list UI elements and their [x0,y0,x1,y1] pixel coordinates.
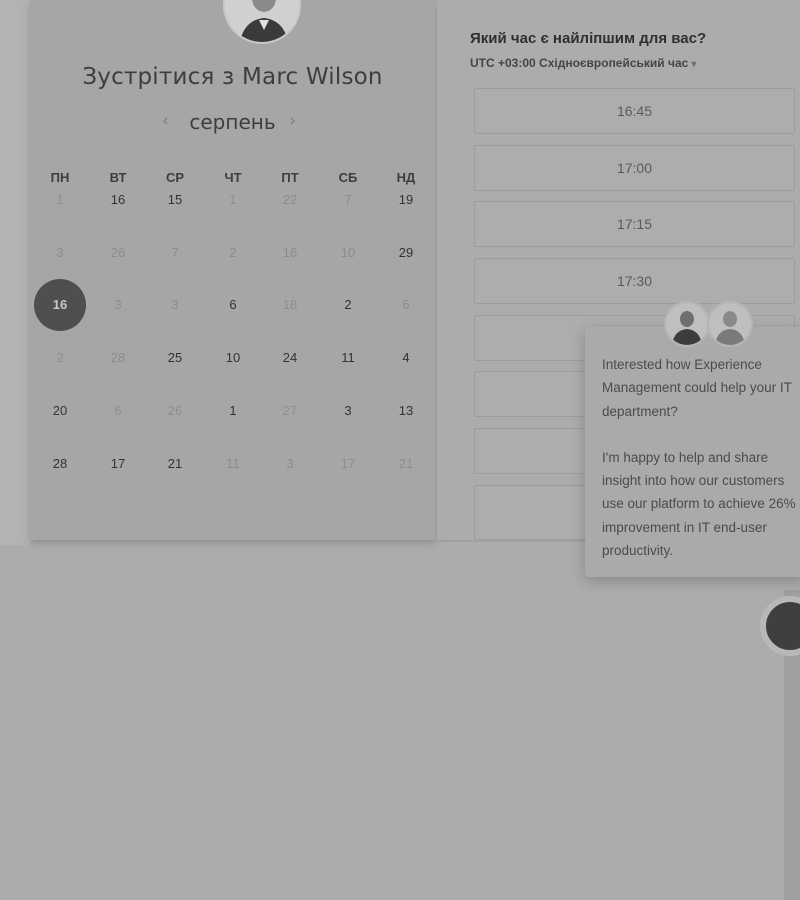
day-cell: 27 [282,403,298,418]
day-cell[interactable]: 6 [213,297,253,312]
day-cell[interactable]: 21 [155,456,195,471]
day-cell: 3 [171,297,179,312]
day-cell: 26 [110,245,126,260]
day-cell: 26 [167,403,183,418]
chat-paragraph: Interested how Experience Management cou… [602,357,792,419]
chevron-left-icon[interactable]: ‹ [163,112,168,130]
weekday-label: ПН [50,170,70,185]
day-cell: 6 [402,297,410,312]
time-question: Який час є найліпшим для вас? [470,30,707,47]
day-cell[interactable]: 4 [386,350,426,365]
day-cell: 2 [229,245,237,260]
time-slot-button[interactable]: 17:00 [474,145,795,191]
day-cell: 1 [229,192,237,207]
time-slot-button[interactable]: 17:15 [474,201,795,247]
weekday-label: НД [396,170,416,185]
agent-avatar-icon [707,301,753,347]
day-cell: 3 [114,297,122,312]
chat-popup[interactable]: Interested how Experience Management cou… [585,327,800,577]
day-cell: 22 [282,192,298,207]
calendar-panel: Зустрітися з Marc Wilson ‹ серпень › ПН В… [30,0,435,540]
chevron-right-icon[interactable]: › [290,112,295,130]
timezone-label: UTC +03:00 Східноєвропейський час [470,56,689,70]
day-cell: 7 [171,245,179,260]
time-slot-button[interactable]: 17:30 [474,258,795,304]
day-cell[interactable]: 11 [328,350,368,365]
caret-down-icon: ▾ [691,59,697,70]
month-navigation: ‹ серпень › [0,110,465,140]
person-photo-icon [225,0,299,42]
day-cell: 18 [282,297,298,312]
agent-avatar-icon [664,301,710,347]
weekday-label: ЧТ [224,170,242,185]
day-cell: 16 [282,245,298,260]
chat-paragraph: I'm happy to help and share insight into… [602,449,796,559]
day-cell[interactable]: 19 [386,192,426,207]
day-cell[interactable]: 3 [328,403,368,418]
day-cell: 11 [226,456,240,471]
day-cell[interactable]: 28 [40,456,80,471]
day-cell[interactable]: 2 [328,297,368,312]
day-cell: 1 [56,192,64,207]
weekday-label: ПТ [281,170,299,185]
day-cell[interactable]: 24 [270,350,310,365]
day-cell[interactable]: 1 [213,403,253,418]
day-cell: 3 [56,245,64,260]
day-cell: 3 [286,456,294,471]
meeting-title: Зустрітися з Marc Wilson [82,64,383,90]
day-cell[interactable]: 25 [155,350,195,365]
day-cell[interactable]: 15 [155,192,195,207]
day-cell-selected[interactable]: 16 [34,279,86,331]
day-cell: 6 [114,403,122,418]
day-cell[interactable]: 10 [213,350,253,365]
day-cell: 28 [110,350,126,365]
day-cell[interactable]: 20 [40,403,80,418]
day-cell: 2 [56,350,64,365]
host-avatar [223,0,301,44]
month-label: серпень [189,110,276,134]
page-overlay [0,545,800,900]
time-slot-button[interactable]: 16:45 [474,88,795,134]
day-cell[interactable]: 16 [98,192,138,207]
weekday-label: СР [165,170,185,185]
day-cell: 10 [340,245,356,260]
weekday-label: СБ [338,170,358,185]
day-cell[interactable]: 29 [386,245,426,260]
weekday-label: ВТ [109,170,127,185]
day-cell: 7 [344,192,352,207]
chat-message: Interested how Experience Management cou… [602,353,800,562]
timezone-selector[interactable]: UTC +03:00 Східноєвропейський час ▾ [470,56,696,70]
day-cell: 21 [398,456,414,471]
day-cell[interactable]: 17 [98,456,138,471]
day-cell[interactable]: 13 [386,403,426,418]
day-cell: 17 [340,456,356,471]
